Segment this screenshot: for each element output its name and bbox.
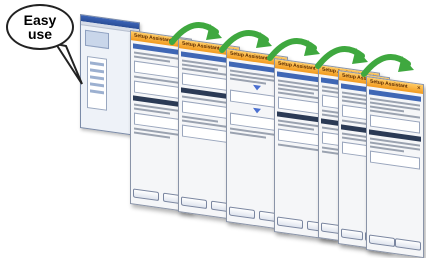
wizard-dialog-7: Setup Assistant ✕ — [366, 76, 424, 258]
back-button[interactable] — [341, 228, 363, 241]
easy-use-bubble: Easy use — [6, 4, 74, 50]
bubble-line2: use — [27, 26, 53, 42]
back-button[interactable] — [229, 206, 255, 220]
next-button[interactable] — [395, 238, 421, 251]
green-arrow-icon — [361, 53, 414, 77]
close-icon[interactable]: ✕ — [417, 85, 421, 92]
back-button[interactable] — [181, 196, 207, 210]
back-button[interactable] — [133, 188, 159, 202]
side-panel — [87, 55, 107, 111]
back-button[interactable] — [369, 234, 395, 248]
back-button[interactable] — [277, 216, 303, 230]
arrow-down-icon — [253, 84, 261, 91]
wizard-illustration: Easy use Setup Assistant ✕ Setup Assista… — [0, 0, 426, 258]
green-arrow-icon — [169, 21, 222, 45]
bubble-line1: Easy — [23, 12, 57, 28]
preview-thumbnail — [85, 29, 109, 50]
arrow-down-icon — [253, 107, 261, 114]
bubble-tail — [54, 44, 83, 85]
